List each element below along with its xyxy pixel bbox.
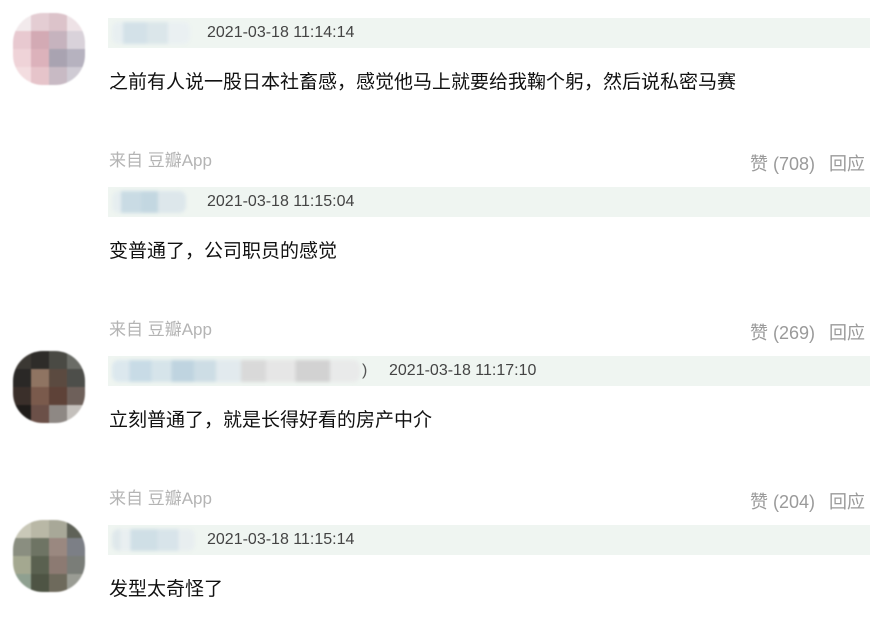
- avatar-mosaic-cell: [67, 369, 85, 387]
- comment-actions: 赞 (708) 回应: [750, 153, 865, 175]
- comment-text: 发型太奇怪了: [109, 579, 224, 600]
- avatar-mosaic-cell: [31, 31, 49, 49]
- comment-item: ) 2021-03-18 11:17:10 立刻普通了，就是长得好看的房产中介 …: [0, 351, 890, 516]
- avatar-mosaic-cell: [31, 556, 49, 574]
- avatar-mosaic-cell: [49, 351, 67, 369]
- avatar-mosaic-cell: [67, 351, 85, 369]
- avatar-mosaic-cell: [67, 405, 85, 423]
- like-button[interactable]: 赞 (708): [750, 153, 815, 175]
- comment-header: 2021-03-18 11:15:04: [108, 187, 870, 217]
- avatar-mosaic-cell: [67, 67, 85, 85]
- avatar-mosaic-cell: [49, 369, 67, 387]
- comment-actions: 赞 (204) 回应: [750, 491, 865, 513]
- avatar-mosaic-cell: [31, 387, 49, 405]
- avatar-mosaic-cell: [13, 538, 31, 556]
- avatar-mosaic-cell: [67, 49, 85, 67]
- comment-timestamp: 2021-03-18 11:15:14: [207, 531, 355, 548]
- user-avatar[interactable]: [13, 351, 85, 423]
- avatar-mosaic-cell: [31, 538, 49, 556]
- avatar-mosaic-cell: [31, 405, 49, 423]
- avatar-mosaic-cell: [31, 13, 49, 31]
- avatar-mosaic-cell: [49, 574, 67, 592]
- avatar-mosaic-cell: [67, 574, 85, 592]
- avatar-mosaic-cell: [49, 520, 67, 538]
- avatar-mosaic-cell: [67, 538, 85, 556]
- reply-button[interactable]: 回应: [829, 153, 865, 175]
- avatar-mosaic-cell: [67, 387, 85, 405]
- avatar-mosaic-cell: [31, 67, 49, 85]
- avatar-mosaic-cell: [49, 13, 67, 31]
- username-link[interactable]: [112, 191, 186, 213]
- comment-text: 立刻普通了，就是长得好看的房产中介: [109, 410, 433, 431]
- avatar-mosaic-cell: [49, 67, 67, 85]
- avatar-mosaic-cell: [13, 13, 31, 31]
- avatar-mosaic-cell: [31, 574, 49, 592]
- comment-text: 之前有人说一股日本社畜感，感觉他马上就要给我鞠个躬，然后说私密马赛: [109, 72, 737, 93]
- avatar-mosaic-cell: [49, 405, 67, 423]
- avatar-mosaic-cell: [13, 351, 31, 369]
- avatar-mosaic-cell: [13, 520, 31, 538]
- avatar-mosaic-cell: [49, 31, 67, 49]
- like-button[interactable]: 赞 (269): [750, 322, 815, 344]
- comment-timestamp: 2021-03-18 11:15:04: [207, 193, 355, 210]
- avatar-mosaic-cell: [49, 49, 67, 67]
- avatar-mosaic-cell: [31, 369, 49, 387]
- comment-item: 2021-03-18 11:15:14 发型太奇怪了: [0, 520, 890, 629]
- comment-timestamp: 2021-03-18 11:17:10: [389, 362, 537, 379]
- reply-button[interactable]: 回应: [829, 491, 865, 513]
- avatar-mosaic-cell: [13, 49, 31, 67]
- avatar-mosaic-cell: [67, 556, 85, 574]
- username-suffix: ): [362, 362, 368, 379]
- avatar-mosaic-cell: [13, 31, 31, 49]
- avatar-mosaic-cell: [67, 520, 85, 538]
- avatar-mosaic-cell: [13, 387, 31, 405]
- like-button[interactable]: 赞 (204): [750, 491, 815, 513]
- user-avatar[interactable]: [13, 13, 85, 85]
- avatar-mosaic-cell: [13, 369, 31, 387]
- user-avatar[interactable]: [13, 520, 85, 592]
- comment-item: 2021-03-18 11:15:04 变普通了，公司职员的感觉 来自 豆瓣Ap…: [0, 187, 890, 347]
- comment-source: 来自 豆瓣App: [109, 151, 212, 170]
- comment-source: 来自 豆瓣App: [109, 489, 212, 508]
- comment-header: ) 2021-03-18 11:17:10: [108, 356, 870, 386]
- avatar-mosaic-cell: [31, 520, 49, 538]
- username-link[interactable]: [112, 360, 360, 382]
- avatar-mosaic-cell: [67, 13, 85, 31]
- comment-timestamp: 2021-03-18 11:14:14: [207, 24, 355, 41]
- comment-source: 来自 豆瓣App: [109, 320, 212, 339]
- comment-text: 变普通了，公司职员的感觉: [109, 241, 338, 262]
- avatar-mosaic-cell: [49, 387, 67, 405]
- avatar-mosaic-cell: [13, 556, 31, 574]
- avatar-mosaic-cell: [13, 405, 31, 423]
- username-link[interactable]: [112, 529, 195, 551]
- avatar-mosaic-cell: [31, 351, 49, 369]
- comment-item: 2021-03-18 11:14:14 之前有人说一股日本社畜感，感觉他马上就要…: [0, 13, 890, 178]
- avatar-mosaic-cell: [49, 538, 67, 556]
- avatar-mosaic-cell: [67, 31, 85, 49]
- username-link[interactable]: [112, 22, 190, 44]
- reply-button[interactable]: 回应: [829, 322, 865, 344]
- avatar-mosaic-cell: [13, 67, 31, 85]
- comment-header: 2021-03-18 11:15:14: [108, 525, 870, 555]
- avatar-mosaic-cell: [49, 556, 67, 574]
- avatar-mosaic-cell: [31, 49, 49, 67]
- comment-actions: 赞 (269) 回应: [750, 322, 865, 344]
- avatar-mosaic-cell: [13, 574, 31, 592]
- comment-header: 2021-03-18 11:14:14: [108, 18, 870, 48]
